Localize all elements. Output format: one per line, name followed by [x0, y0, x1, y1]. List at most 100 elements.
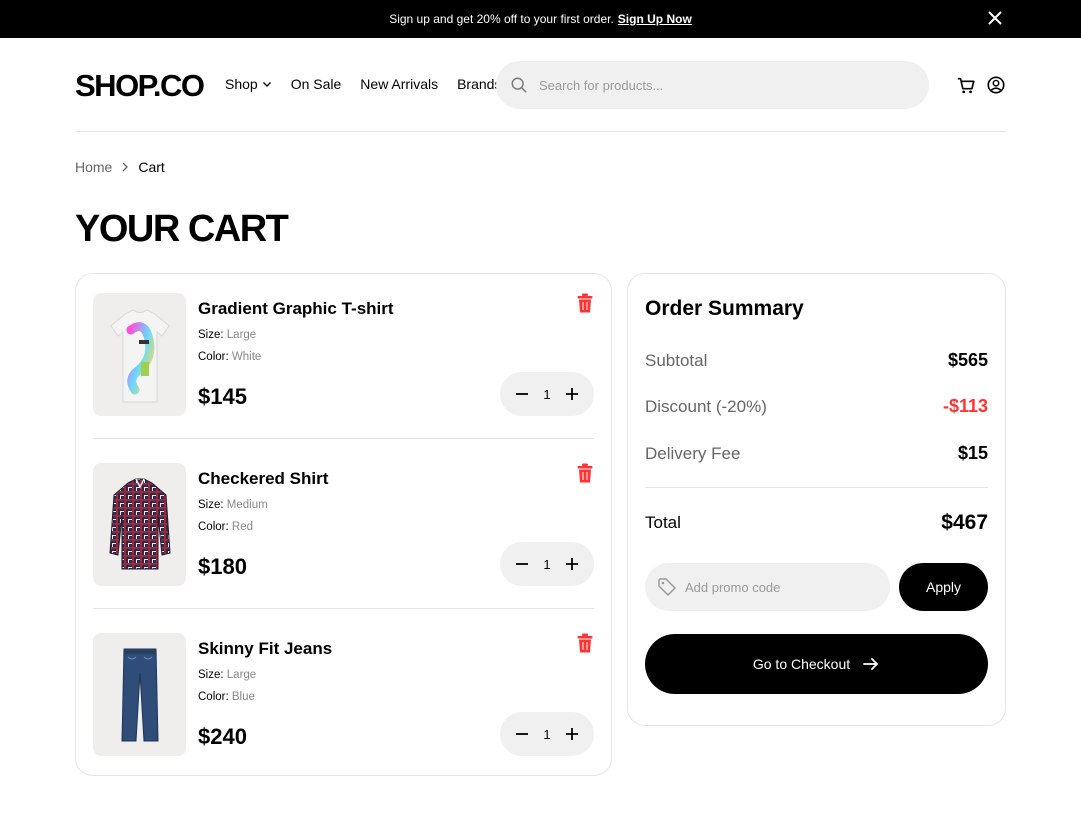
nav-item-label: On Sale [290, 76, 342, 92]
quantity-stepper: 1 [500, 372, 594, 416]
nav-item-shop[interactable]: Shop [225, 76, 272, 92]
nav-item-label: Shop [225, 76, 258, 92]
main-nav: Shop On Sale New Arrivals Brands [225, 76, 501, 92]
quantity-value: 1 [543, 556, 551, 572]
jeans-image [120, 648, 159, 741]
size-label: Size: [198, 499, 224, 511]
product-color: Color: White [198, 351, 261, 363]
product-price: $240 [198, 724, 247, 749]
plus-icon[interactable] [564, 386, 580, 402]
breadcrumb-home[interactable]: Home [75, 159, 112, 175]
item-divider [93, 608, 594, 609]
quantity-stepper: 1 [500, 542, 594, 586]
search-bar[interactable] [496, 61, 929, 109]
minus-icon[interactable] [514, 386, 530, 402]
color-value: Red [231, 521, 253, 533]
product-color: Color: Blue [198, 691, 255, 703]
breadcrumb: Home Cart [75, 159, 165, 175]
delivery-row: Delivery Fee $15 [645, 443, 988, 464]
shirt-image [108, 478, 171, 569]
checkout-label: Go to Checkout [752, 656, 851, 672]
page-title: YOUR CART [75, 208, 289, 250]
minus-icon[interactable] [514, 556, 530, 572]
cart-item: Gradient Graphic T-shirt Size: Large Col… [93, 293, 594, 416]
product-size: Size: Large [198, 329, 256, 341]
product-image-jeans[interactable] [93, 633, 186, 756]
promo-code-input[interactable] [685, 579, 885, 595]
subtotal-amount: $565 [947, 350, 988, 370]
breadcrumb-current: Cart [138, 159, 165, 175]
size-value: Medium [226, 499, 268, 511]
product-name[interactable]: Skinny Fit Jeans [198, 639, 332, 659]
total-row: Total $467 [645, 511, 988, 535]
color-value: Blue [231, 691, 255, 703]
site-header: SHOP.CO Shop On Sale New Arrivals Brands [75, 60, 1006, 110]
trash-icon[interactable] [577, 463, 593, 483]
quantity-value: 1 [543, 726, 551, 742]
tag-icon [658, 578, 676, 596]
checkout-button[interactable]: Go to Checkout [645, 634, 988, 694]
sign-up-link[interactable]: Sign Up Now [618, 12, 692, 26]
header-actions [956, 74, 1006, 96]
tshirt-image [109, 308, 170, 402]
order-summary: Order Summary Subtotal $565 Discount (-2… [627, 273, 1006, 726]
cart-list: Gradient Graphic T-shirt Size: Large Col… [75, 273, 612, 776]
size-value: Large [226, 329, 257, 341]
nav-item-on-sale[interactable]: On Sale [291, 76, 342, 92]
total-amount: $467 [941, 511, 988, 534]
nav-item-label: New Arrivals [360, 76, 439, 92]
color-label: Color: [198, 521, 229, 533]
promo-field[interactable] [645, 563, 890, 611]
subtotal-label: Subtotal [645, 350, 708, 370]
product-name[interactable]: Checkered Shirt [198, 469, 328, 489]
size-label: Size: [198, 329, 224, 341]
product-price: $180 [198, 554, 247, 579]
logo[interactable]: SHOP.CO [75, 68, 205, 104]
delivery-amount: $15 [957, 443, 988, 463]
discount-amount: -$113 [942, 396, 988, 416]
discount-row: Discount (-20%) -$113 [645, 396, 988, 417]
product-color: Color: Red [198, 521, 253, 533]
search-icon [511, 77, 527, 93]
quantity-stepper: 1 [500, 712, 594, 756]
total-label: Total [645, 513, 681, 532]
arrow-right-icon [863, 658, 879, 670]
summary-title: Order Summary [645, 297, 804, 320]
summary-divider [645, 487, 988, 488]
quantity-value: 1 [543, 386, 551, 402]
plus-icon[interactable] [564, 726, 580, 742]
discount-label: Discount (-20%) [645, 396, 767, 416]
header-divider [75, 131, 1006, 132]
delivery-label: Delivery Fee [645, 443, 741, 463]
cart-icon[interactable] [956, 74, 976, 96]
apply-button[interactable]: Apply [899, 563, 988, 611]
search-input[interactable] [539, 77, 909, 93]
size-label: Size: [198, 669, 224, 681]
user-icon[interactable] [986, 74, 1006, 96]
promo-banner: Sign up and get 20% off to your first or… [0, 0, 1081, 38]
subtotal-row: Subtotal $565 [645, 350, 988, 371]
trash-icon[interactable] [577, 633, 593, 653]
trash-icon[interactable] [577, 293, 593, 313]
chevron-right-icon [122, 162, 129, 172]
nav-item-brands[interactable]: Brands [457, 76, 501, 92]
color-label: Color: [198, 351, 229, 363]
cart-item: Skinny Fit Jeans Size: Large Color: Blue… [93, 633, 594, 756]
product-image-tshirt[interactable] [93, 293, 186, 416]
chevron-down-icon [262, 82, 271, 87]
banner-text: Sign up and get 20% off to your first or… [389, 12, 614, 26]
close-icon[interactable] [985, 8, 1005, 28]
size-value: Large [226, 669, 257, 681]
nav-item-new-arrivals[interactable]: New Arrivals [360, 76, 438, 92]
product-price: $145 [198, 384, 247, 409]
nav-item-label: Brands [457, 76, 502, 92]
color-value: White [231, 351, 262, 363]
item-divider [93, 438, 594, 439]
product-name[interactable]: Gradient Graphic T-shirt [198, 299, 394, 319]
product-image-shirt[interactable] [93, 463, 186, 586]
plus-icon[interactable] [564, 556, 580, 572]
product-size: Size: Medium [198, 499, 268, 511]
product-size: Size: Large [198, 669, 256, 681]
minus-icon[interactable] [514, 726, 530, 742]
color-label: Color: [198, 691, 229, 703]
